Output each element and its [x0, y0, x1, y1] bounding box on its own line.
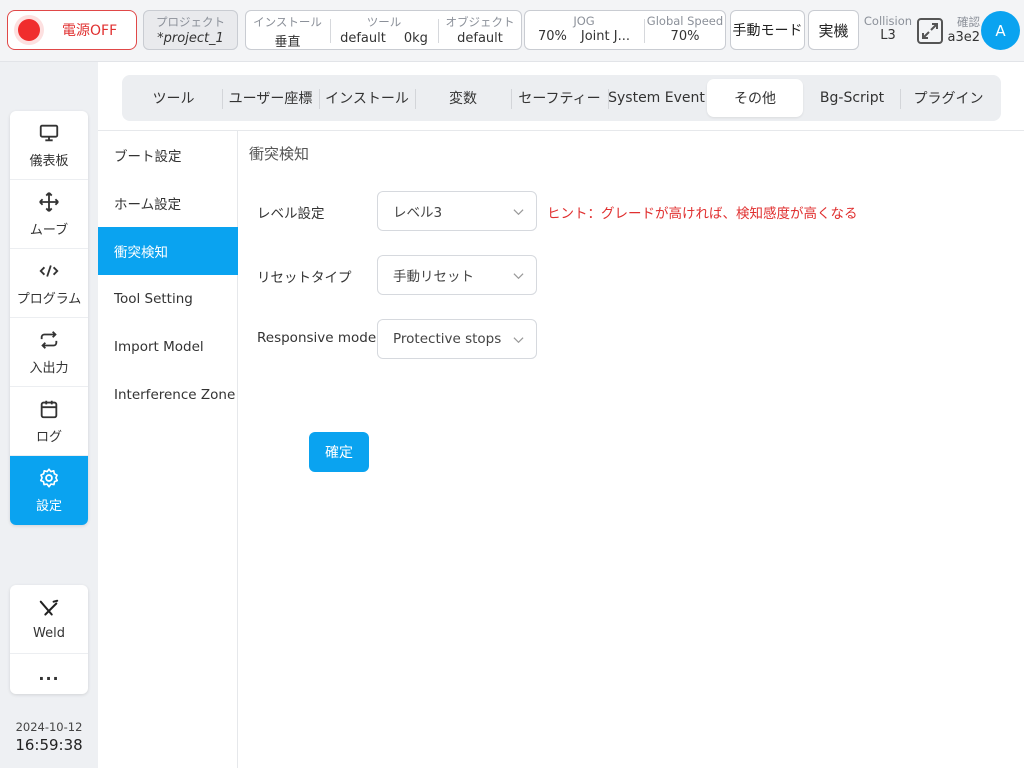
tool-cell[interactable]: ツール default 0kg [331, 11, 437, 49]
reset-type-label: リセットタイプ [257, 270, 352, 286]
subnav-interference-zone[interactable]: Interference Zone [98, 371, 238, 419]
subnav-boot-settings[interactable]: ブート設定 [98, 131, 238, 179]
reset-type-value: 手動リセット [393, 269, 474, 285]
subnav-tool-setting[interactable]: Tool Setting [98, 275, 238, 323]
object-cell[interactable]: オブジェクト default [439, 11, 521, 49]
install-value: 垂直 [274, 35, 301, 50]
tab-safety[interactable]: セーフティー [511, 79, 608, 117]
sidebar-item-label: 儀表板 [29, 153, 69, 169]
tool-value: default [340, 31, 386, 46]
sidebar-item-settings[interactable]: 設定 [10, 456, 88, 525]
chevron-down-icon [513, 273, 524, 280]
monitor-icon [39, 124, 59, 141]
tab-tool[interactable]: ツール [126, 79, 221, 117]
install-tool-object-group[interactable]: インストール 垂直 ツール default 0kg オブジェクト default [245, 10, 522, 50]
confirm-status: 確認 a3e2 [946, 14, 980, 45]
sidebar-item-log[interactable]: ログ [10, 387, 88, 456]
tab-install[interactable]: インストール [319, 79, 415, 117]
sidebar-item-label: 入出力 [29, 360, 69, 376]
global-speed-cell[interactable]: Global Speed 70% [645, 11, 725, 49]
project-selector[interactable]: プロジェクト *project_1 [143, 10, 238, 50]
avatar[interactable]: A [981, 11, 1020, 50]
object-caption: オブジェクト [445, 15, 515, 29]
sidebar-item-io[interactable]: 入出力 [10, 318, 88, 387]
global-speed-value: 70% [670, 29, 700, 44]
tab-user-coordinates[interactable]: ユーザー座標 [222, 79, 319, 117]
subnav-collision-detection[interactable]: 衝突検知 [98, 227, 238, 275]
power-label: 電源OFF [62, 23, 118, 39]
tab-plugins[interactable]: プラグイン [900, 79, 997, 117]
responsive-mode-label: Responsive mode [257, 330, 377, 346]
tab-other[interactable]: その他 [707, 79, 803, 117]
power-button[interactable]: 電源OFF [7, 10, 137, 50]
subnav-home-settings[interactable]: ホーム設定 [98, 179, 238, 227]
more-icon: ... [38, 664, 60, 684]
sidebar-nav: 儀表板 ムーブ プログラム 入出力 ログ 設定 [10, 111, 88, 525]
global-speed-caption: Global Speed [646, 14, 724, 28]
level-value: レベル3 [393, 205, 443, 221]
gear-icon [39, 468, 59, 488]
object-value: default [457, 31, 503, 46]
io-icon [40, 330, 58, 349]
level-label: レベル設定 [257, 206, 325, 222]
collision-value: L3 [880, 28, 896, 43]
manual-mode-button[interactable]: 手動モード [730, 10, 805, 50]
sidebar-item-weld[interactable]: Weld [10, 585, 88, 654]
current-date: 2024-10-12 [15, 720, 83, 734]
sidebar-item-program[interactable]: プログラム [10, 249, 88, 318]
sidebar-item-label: ムーブ [29, 222, 69, 238]
subnav-import-model[interactable]: Import Model [98, 323, 238, 371]
current-time: 16:59:38 [15, 736, 83, 754]
jog-value: 70% [537, 29, 567, 44]
sidebar-item-label: 設定 [35, 499, 62, 514]
collision-caption: Collision [863, 14, 913, 28]
sidebar-item-label: ログ [35, 429, 62, 445]
install-cell[interactable]: インストール 垂直 [246, 11, 329, 50]
tab-system-event[interactable]: System Event [608, 79, 705, 117]
collision-settings-content: 衝突検知 レベル設定 レベル3 ヒント：グレードが高ければ、検知感度が高くなる … [239, 131, 1024, 768]
sidebar-item-label: プログラム [16, 291, 82, 307]
sidebar-item-label: Weld [33, 625, 65, 641]
tool-weight: 0kg [403, 31, 428, 46]
confirm-button[interactable]: 確定 [309, 432, 369, 472]
datetime: 2024-10-12 16:59:38 [10, 720, 88, 754]
main-panel: ツール ユーザー座標 インストール 変数 セーフティー System Event… [98, 62, 1024, 768]
sidebar-item-move[interactable]: ムーブ [10, 180, 88, 249]
confirm-value: a3e2 [947, 30, 980, 45]
tab-bar: ツール ユーザー座標 インストール 変数 セーフティー System Event… [122, 75, 1001, 121]
responsive-mode-select[interactable]: Protective stops [377, 319, 537, 359]
sidebar-item-more[interactable]: ... [10, 654, 88, 694]
chevron-down-icon [513, 209, 524, 216]
power-indicator-icon [18, 19, 40, 41]
sidebar-item-dashboard[interactable]: 儀表板 [10, 111, 88, 180]
chevron-down-icon [513, 337, 524, 344]
tool-caption: ツール [366, 15, 402, 29]
real-machine-button[interactable]: 実機 [808, 10, 859, 50]
install-caption: インストール [253, 15, 322, 29]
top-bar: 電源OFF プロジェクト *project_1 インストール 垂直 ツール de… [0, 0, 1024, 62]
level-select[interactable]: レベル3 [377, 191, 537, 231]
tab-bg-script[interactable]: Bg-Script [804, 79, 900, 117]
sidebar-plugins: Weld ... [10, 585, 88, 694]
tab-variables[interactable]: 変数 [415, 79, 511, 117]
confirm-caption: 確認 [957, 15, 980, 29]
jog-speed-group[interactable]: JOG 70% Joint J... Global Speed 70% [524, 10, 726, 50]
move-icon [39, 191, 59, 212]
collision-status: Collision L3 [862, 14, 914, 43]
jog-mode: Joint J... [580, 29, 630, 44]
section-title: 衝突検知 [249, 145, 310, 163]
project-caption: プロジェクト [156, 15, 225, 29]
jog-cell[interactable]: JOG 70% Joint J... [525, 11, 643, 49]
hint-text: ヒント：グレードが高ければ、検知感度が高くなる [547, 206, 858, 222]
calendar-icon [40, 400, 58, 418]
reset-type-select[interactable]: 手動リセット [377, 255, 537, 295]
project-name: *project_1 [157, 31, 224, 46]
responsive-mode-value: Protective stops [393, 331, 502, 347]
expand-icon[interactable] [916, 17, 944, 45]
jog-caption: JOG [573, 14, 595, 28]
settings-subnav: ブート設定 ホーム設定 衝突検知 Tool Setting Import Mod… [98, 131, 238, 768]
weld-icon [39, 599, 59, 616]
code-icon [39, 264, 59, 277]
